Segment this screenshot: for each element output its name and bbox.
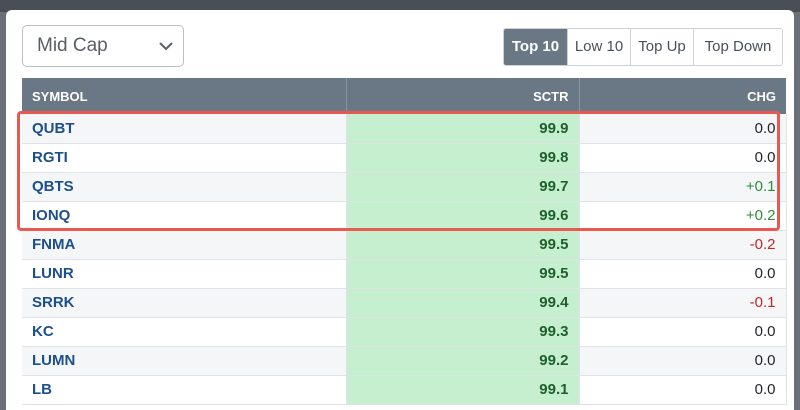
table-row: RGTI 99.8 0.0 [22, 143, 787, 173]
symbol-link[interactable]: SRRK [22, 288, 347, 318]
column-header-chg[interactable]: CHG [579, 78, 786, 114]
symbol-link[interactable]: IONQ [22, 201, 347, 231]
symbol-link[interactable]: RGTI [22, 143, 347, 173]
tab-top-up[interactable]: Top Up [630, 29, 693, 65]
sctr-value: 99.2 [346, 346, 580, 376]
chg-value: 0.0 [579, 346, 787, 376]
table-row: IONQ 99.6 +0.2 [22, 201, 787, 231]
sctr-value: 99.8 [346, 143, 580, 173]
sctr-value: 99.6 [346, 201, 580, 231]
chg-value: 0.0 [579, 143, 787, 173]
table-row: LUMN 99.2 0.0 [22, 346, 787, 376]
sctr-value: 99.3 [346, 317, 580, 347]
symbol-link[interactable]: FNMA [22, 230, 347, 260]
column-header-symbol[interactable]: SYMBOL [22, 78, 347, 114]
table-row: LUNR 99.5 0.0 [22, 259, 787, 289]
symbol-link[interactable]: QUBT [22, 114, 347, 144]
tab-top-10[interactable]: Top 10 [504, 29, 567, 65]
sctr-value: 99.9 [346, 114, 580, 144]
tab-low-10[interactable]: Low 10 [567, 29, 630, 65]
ranking-tabs: Top 10 Low 10 Top Up Top Down [503, 28, 783, 66]
symbol-link[interactable]: LUNR [22, 259, 347, 289]
column-header-sctr[interactable]: SCTR [346, 78, 580, 114]
symbol-link[interactable]: QBTS [22, 172, 347, 202]
chg-value: -0.1 [579, 288, 787, 318]
table-row: QBTS 99.7 +0.1 [22, 172, 787, 202]
sctr-value: 99.5 [346, 259, 580, 289]
market-cap-select-value: Mid Cap [37, 35, 108, 56]
tab-top-down[interactable]: Top Down [693, 29, 782, 65]
sctr-value: 99.7 [346, 172, 580, 202]
market-cap-select[interactable]: Mid Cap [22, 25, 184, 67]
chg-value: -0.2 [579, 230, 787, 260]
sctr-value: 99.5 [346, 230, 580, 260]
symbol-link[interactable]: KC [22, 317, 347, 347]
table-row: QUBT 99.9 0.0 [22, 114, 787, 144]
chg-value: 0.0 [579, 317, 787, 347]
table-header-row: SYMBOL SCTR CHG [22, 78, 786, 114]
chg-value: 0.0 [579, 259, 787, 289]
chevron-down-icon [159, 26, 173, 66]
symbol-link[interactable]: LUMN [22, 346, 347, 376]
sctr-table: SYMBOL SCTR CHG QUBT 99.9 0.0 RGTI 99.8 … [22, 78, 787, 405]
table-row: KC 99.3 0.0 [22, 317, 787, 347]
table-row: SRRK 99.4 -0.1 [22, 288, 787, 318]
table-row: FNMA 99.5 -0.2 [22, 230, 787, 260]
chg-value: 0.0 [579, 114, 787, 144]
chg-value: +0.1 [579, 172, 787, 202]
sctr-value: 99.4 [346, 288, 580, 318]
chg-value: +0.2 [579, 201, 787, 231]
